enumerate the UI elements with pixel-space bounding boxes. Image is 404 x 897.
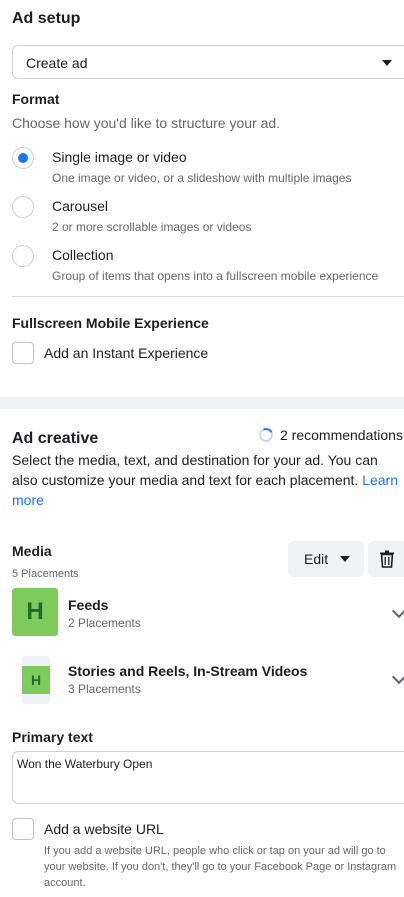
caret-down-icon <box>382 60 392 66</box>
media-title: Media <box>12 543 52 559</box>
edit-label: Edit <box>304 551 329 567</box>
radio-single[interactable] <box>12 147 34 169</box>
format-option-single[interactable]: Single image or video One image or video… <box>0 145 404 187</box>
ad-setup-title: Ad setup <box>12 10 81 27</box>
divider <box>12 296 404 297</box>
instant-experience-label: Add an Instant Experience <box>44 345 209 361</box>
primary-text-title: Primary text <box>12 729 93 745</box>
media-group-stories[interactable]: H Stories and Reels, In-Stream Videos 3 … <box>0 654 404 704</box>
website-url-checkbox[interactable] <box>12 818 34 840</box>
primary-text-input[interactable]: Won the Waterbury Open <box>12 751 404 804</box>
website-url-help: If you add a website URL, people who cli… <box>44 845 397 889</box>
section-separator <box>0 397 404 409</box>
ad-setup-dropdown-value: Create ad <box>26 55 88 71</box>
media-group-name: Stories and Reels, In-Stream Videos <box>68 663 308 679</box>
media-group-placements: 2 Placements <box>68 616 141 630</box>
caret-down-icon <box>340 556 350 562</box>
ad-creative-description: Select the media, text, and destination … <box>12 450 404 510</box>
ad-setup-dropdown[interactable]: Create ad <box>12 45 404 79</box>
format-option-carousel[interactable]: Carousel 2 or more scrollable images or … <box>0 194 404 236</box>
primary-text-value: Won the Waterbury Open <box>17 757 153 771</box>
delete-button[interactable] <box>368 541 404 577</box>
media-group-placements: 3 Placements <box>68 682 141 696</box>
format-subtitle: Choose how you'd like to structure your … <box>12 115 281 131</box>
format-option-description: Group of items that opens into a fullscr… <box>52 269 379 283</box>
stories-thumbnail: H <box>22 666 50 694</box>
format-option-collection[interactable]: Collection Group of items that opens int… <box>0 243 404 285</box>
chevron-down-icon <box>391 603 404 619</box>
loading-spinner-icon <box>257 426 275 444</box>
radio-collection[interactable] <box>12 245 34 267</box>
radio-carousel[interactable] <box>12 196 34 218</box>
chevron-down-icon <box>391 669 404 685</box>
format-option-label: Single image or video <box>52 149 187 165</box>
ad-creative-title: Ad creative <box>12 430 99 447</box>
format-title: Format <box>12 91 60 107</box>
media-placements-count: 5 Placements <box>12 568 79 580</box>
media-group-feeds[interactable]: H Feeds 2 Placements <box>0 588 404 638</box>
format-option-label: Carousel <box>52 198 109 214</box>
format-option-description: One image or video, or a slideshow with … <box>52 171 352 185</box>
format-option-label: Collection <box>52 247 114 263</box>
ad-creative-description-text: Select the media, text, and destination … <box>12 452 378 488</box>
recommendations-link[interactable]: 2 recommendations <box>280 427 403 443</box>
feeds-thumbnail: H <box>12 588 58 636</box>
instant-experience-checkbox[interactable] <box>12 342 34 364</box>
media-edit-button[interactable]: Edit <box>288 541 364 577</box>
format-option-description: 2 or more scrollable images or videos <box>52 220 252 234</box>
trash-icon <box>380 550 394 568</box>
media-group-name: Feeds <box>68 597 109 613</box>
fullscreen-title: Fullscreen Mobile Experience <box>12 315 209 331</box>
website-url-label: Add a website URL <box>44 821 164 837</box>
